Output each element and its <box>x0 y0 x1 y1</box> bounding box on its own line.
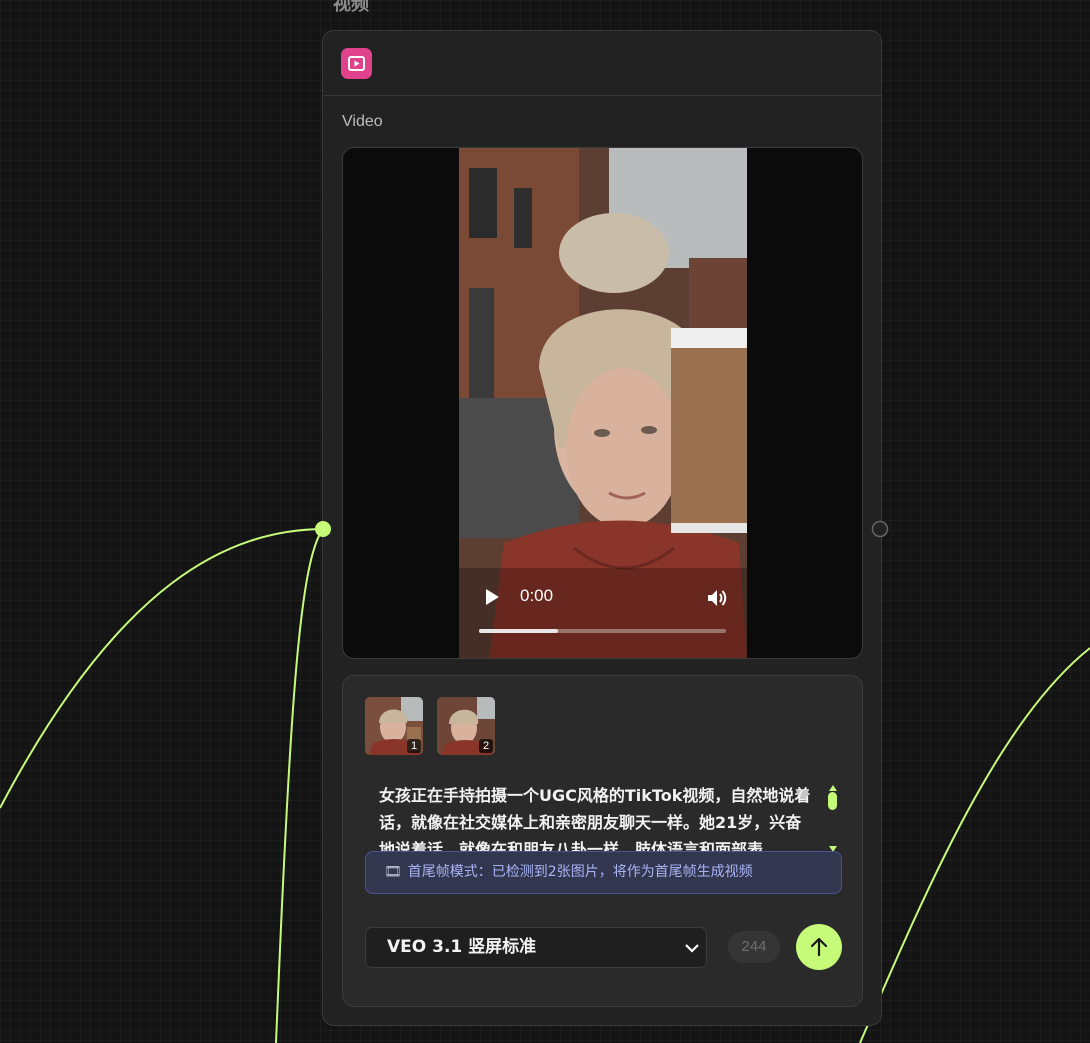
input-port <box>315 521 331 537</box>
connection-ports <box>315 520 889 538</box>
output-port <box>871 520 889 538</box>
